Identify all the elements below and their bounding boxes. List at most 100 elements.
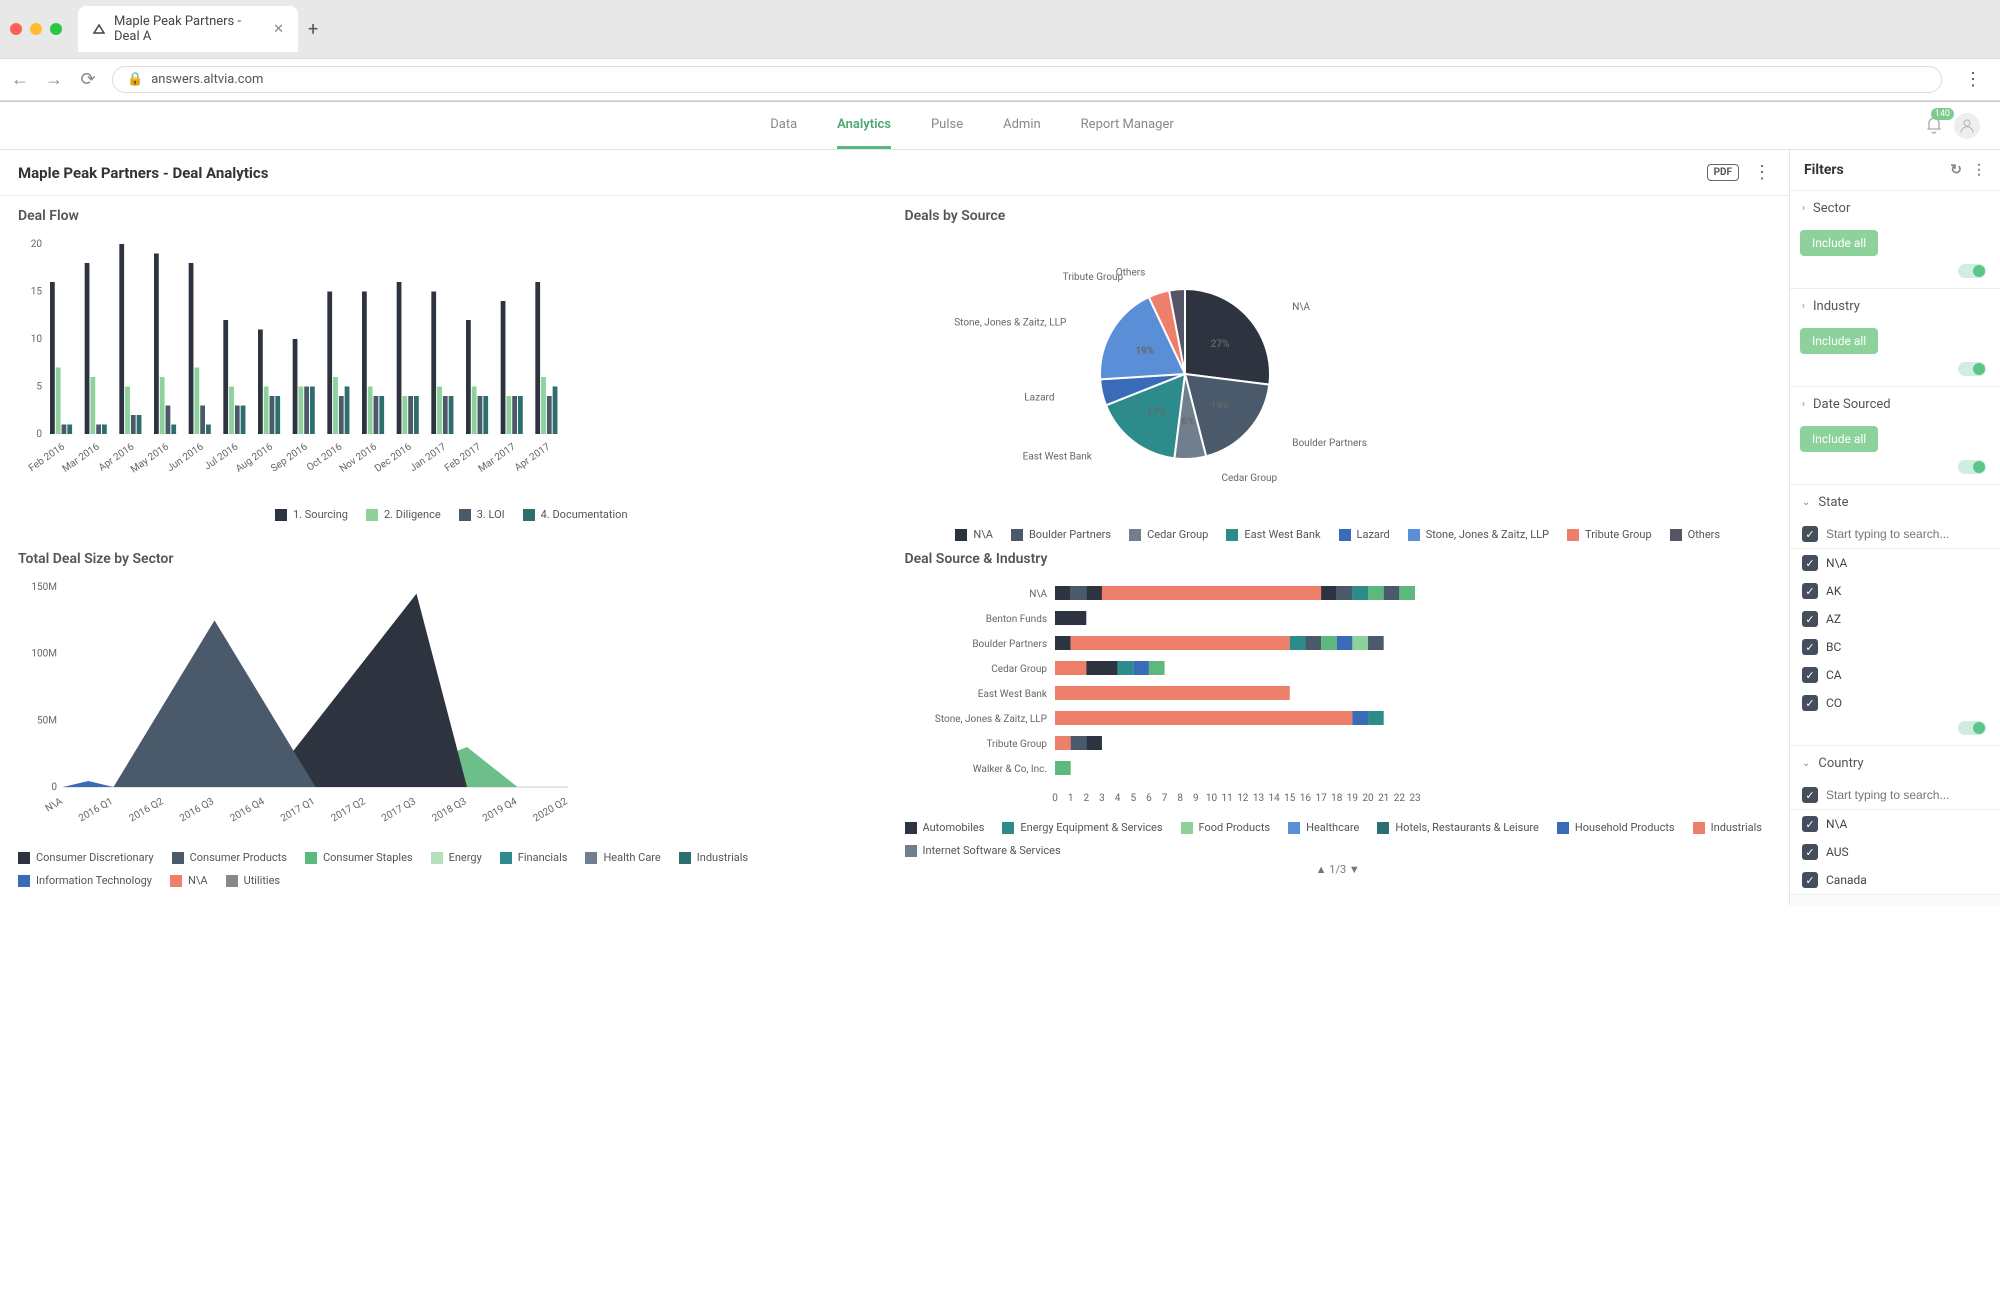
filter-search-input[interactable] (1826, 788, 1988, 802)
chart-pager[interactable]: ▲ 1/3 ▼ (905, 863, 1772, 876)
svg-text:17: 17 (1315, 793, 1327, 804)
select-all-checkbox[interactable]: ✓ (1802, 526, 1818, 542)
include-all-button[interactable]: Include all (1800, 426, 1878, 452)
export-pdf-button[interactable]: PDF (1707, 164, 1739, 181)
svg-text:N\A: N\A (1292, 302, 1310, 313)
legend-item[interactable]: Cedar Group (1129, 528, 1208, 541)
filter-option[interactable]: ✓BC (1790, 633, 2000, 661)
browser-menu-icon[interactable]: ⋮ (1956, 65, 1990, 94)
legend-item[interactable]: Industrials (1693, 821, 1762, 834)
svg-text:2: 2 (1083, 793, 1089, 804)
legend-item[interactable]: Energy Equipment & Services (1002, 821, 1162, 834)
legend-item[interactable]: Information Technology (18, 874, 152, 887)
window-controls[interactable] (10, 23, 62, 35)
filter-search-input[interactable] (1826, 527, 1988, 541)
filter-group-sector[interactable]: ›Sector (1790, 191, 2000, 226)
nav-data[interactable]: Data (770, 103, 797, 149)
notification-badge: 140 (1931, 108, 1954, 120)
legend-item[interactable]: Hotels, Restaurants & Leisure (1377, 821, 1539, 834)
legend-item[interactable]: Consumer Products (172, 851, 287, 864)
filter-option[interactable]: ✓AZ (1790, 605, 2000, 633)
filter-toggle[interactable] (1958, 721, 1986, 735)
new-tab-button[interactable]: + (308, 19, 318, 40)
user-avatar-icon[interactable] (1954, 113, 1980, 139)
chart-deal-source-industry: Deal Source & Industry N\ABenton FundsBo… (905, 551, 1772, 887)
nav-report-manager[interactable]: Report Manager (1081, 103, 1174, 149)
nav-analytics[interactable]: Analytics (837, 103, 891, 149)
filter-group-industry[interactable]: ›Industry (1790, 289, 2000, 324)
nav-admin[interactable]: Admin (1003, 103, 1041, 149)
reload-button[interactable]: ⟳ (78, 69, 98, 90)
filter-option[interactable]: ✓N\A (1790, 810, 2000, 838)
forward-button[interactable]: → (44, 69, 64, 90)
svg-text:2017 Q2: 2017 Q2 (330, 796, 368, 824)
filter-option[interactable]: ✓Canada (1790, 866, 2000, 894)
filter-group-state[interactable]: ⌄State (1790, 485, 2000, 520)
svg-text:Walker & Co, Inc.: Walker & Co, Inc. (972, 764, 1046, 775)
legend-item[interactable]: Tribute Group (1567, 528, 1652, 541)
legend-item[interactable]: Health Care (585, 851, 660, 864)
svg-text:N\A: N\A (44, 796, 65, 815)
legend-item[interactable]: Financials (500, 851, 568, 864)
filter-option[interactable]: ✓N\A (1790, 549, 2000, 577)
chart-deal-flow: Deal Flow 05101520Feb 2016Mar 2016Apr 20… (18, 208, 885, 541)
legend-item[interactable]: Internet Software & Services (905, 844, 1061, 857)
filter-option[interactable]: ✓AK (1790, 577, 2000, 605)
filters-reset-icon[interactable]: ↻ (1950, 162, 1962, 178)
address-bar[interactable]: 🔒 answers.altvia.com (112, 66, 1942, 93)
legend-item[interactable]: 2. Diligence (366, 508, 441, 521)
legend-item[interactable]: 4. Documentation (523, 508, 628, 521)
filter-option[interactable]: ✓AUS (1790, 838, 2000, 866)
browser-tab[interactable]: Maple Peak Partners - Deal A ✕ (78, 6, 298, 52)
filter-toggle[interactable] (1958, 362, 1986, 376)
browser-chrome: Maple Peak Partners - Deal A ✕ + ← → ⟳ 🔒… (0, 0, 2000, 102)
svg-text:14: 14 (1268, 793, 1280, 804)
chart-title: Deal Source & Industry (905, 551, 1772, 567)
legend-item[interactable]: Boulder Partners (1011, 528, 1111, 541)
legend-item[interactable]: 1. Sourcing (275, 508, 348, 521)
svg-text:20: 20 (31, 239, 43, 250)
close-icon[interactable]: ✕ (273, 22, 284, 37)
legend-item[interactable]: East West Bank (1226, 528, 1320, 541)
legend-item[interactable]: Stone, Jones & Zaitz, LLP (1408, 528, 1549, 541)
legend-item[interactable]: Utilities (226, 874, 281, 887)
legend-item[interactable]: Food Products (1181, 821, 1271, 834)
legend-item[interactable]: Others (1670, 528, 1720, 541)
legend-item[interactable]: 3. LOI (459, 508, 505, 521)
svg-text:Aug 2016: Aug 2016 (234, 441, 275, 475)
page-menu-icon[interactable]: ⋮ (1753, 162, 1771, 183)
select-all-checkbox[interactable]: ✓ (1802, 787, 1818, 803)
back-button[interactable]: ← (10, 69, 30, 90)
legend-item[interactable]: Consumer Staples (305, 851, 413, 864)
legend-item[interactable]: Consumer Discretionary (18, 851, 154, 864)
legend-item[interactable]: Lazard (1339, 528, 1390, 541)
filter-option[interactable]: ✓CA (1790, 661, 2000, 689)
legend-item[interactable]: Industrials (679, 851, 748, 864)
legend-item[interactable]: Energy (431, 851, 482, 864)
filter-toggle[interactable] (1958, 264, 1986, 278)
nav-pulse[interactable]: Pulse (931, 103, 963, 149)
include-all-button[interactable]: Include all (1800, 328, 1878, 354)
svg-text:23: 23 (1409, 793, 1420, 804)
svg-text:50M: 50M (37, 715, 57, 726)
lock-icon: 🔒 (127, 72, 143, 87)
chart-total-deal-size: Total Deal Size by Sector 050M100M150MN\… (18, 551, 885, 887)
svg-text:17%: 17% (1146, 407, 1165, 418)
filter-toggle[interactable] (1958, 460, 1986, 474)
legend-item[interactable]: Healthcare (1288, 821, 1359, 834)
notification-bell-icon[interactable]: 140 (1924, 114, 1944, 138)
filter-option[interactable]: ✓CO (1790, 689, 2000, 717)
svg-text:Tribute Group: Tribute Group (1062, 272, 1123, 283)
legend-item[interactable]: N\A (955, 528, 993, 541)
filters-menu-icon[interactable]: ⋮ (1972, 162, 1986, 178)
legend-item[interactable]: Automobiles (905, 821, 985, 834)
filter-group-date-sourced[interactable]: ›Date Sourced (1790, 387, 2000, 422)
svg-text:Stone, Jones & Zaitz, LLP: Stone, Jones & Zaitz, LLP (954, 318, 1066, 329)
filter-group-country[interactable]: ⌄Country (1790, 746, 2000, 781)
include-all-button[interactable]: Include all (1800, 230, 1878, 256)
legend-item[interactable]: N\A (170, 874, 208, 887)
svg-text:15: 15 (31, 287, 43, 298)
legend-item[interactable]: Household Products (1557, 821, 1675, 834)
svg-text:2020 Q2: 2020 Q2 (532, 796, 570, 824)
svg-text:1: 1 (1067, 793, 1073, 804)
